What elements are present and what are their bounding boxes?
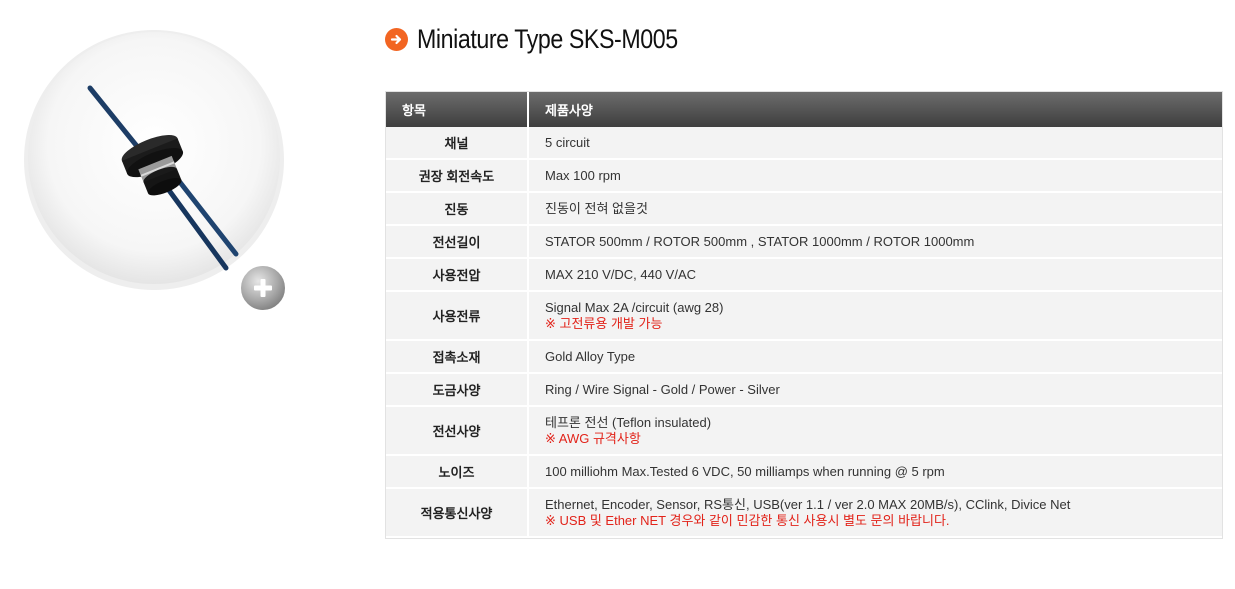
table-header-row: 항목 제품사양 bbox=[386, 92, 1222, 127]
spec-table: 항목 제품사양 채널 5 circuit 권장 회전속도 Max 100 rpm… bbox=[385, 91, 1223, 539]
table-row: 적용통신사양 Ethernet, Encoder, Sensor, RS통신, … bbox=[386, 489, 1222, 538]
row-value: 100 milliohm Max.Tested 6 VDC, 50 millia… bbox=[529, 456, 1222, 489]
row-value: Max 100 rpm bbox=[529, 160, 1222, 193]
row-label: 사용전압 bbox=[386, 259, 529, 292]
table-row: 채널 5 circuit bbox=[386, 127, 1222, 160]
table-row: 사용전류 Signal Max 2A /circuit (awg 28) ※ 고… bbox=[386, 292, 1222, 341]
row-note: ※ 고전류용 개발 가능 bbox=[545, 315, 663, 331]
row-value: Ring / Wire Signal - Gold / Power - Silv… bbox=[529, 374, 1222, 407]
header-spec: 제품사양 bbox=[529, 92, 1222, 127]
table-row: 도금사양 Ring / Wire Signal - Gold / Power -… bbox=[386, 374, 1222, 407]
row-label: 사용전류 bbox=[386, 292, 529, 341]
table-row: 사용전압 MAX 210 V/DC, 440 V/AC bbox=[386, 259, 1222, 292]
row-value: STATOR 500mm / ROTOR 500mm , STATOR 1000… bbox=[529, 226, 1222, 259]
product-image bbox=[22, 22, 287, 312]
row-label: 진동 bbox=[386, 193, 529, 226]
row-value: 5 circuit bbox=[529, 127, 1222, 160]
row-label: 권장 회전속도 bbox=[386, 160, 529, 193]
zoom-button[interactable] bbox=[238, 263, 288, 313]
row-note: ※ AWG 규격사항 bbox=[545, 430, 641, 446]
row-value: 테프론 전선 (Teflon insulated) ※ AWG 규격사항 bbox=[529, 407, 1222, 456]
row-note: ※ USB 및 Ether NET 경우와 같이 민감한 통신 사용시 별도 문… bbox=[545, 512, 950, 528]
header-item: 항목 bbox=[386, 92, 529, 127]
row-value: MAX 210 V/DC, 440 V/AC bbox=[529, 259, 1222, 292]
row-value: 진동이 전혀 없을것 bbox=[529, 193, 1222, 226]
arrow-right-circle-icon bbox=[385, 27, 408, 51]
row-value: Signal Max 2A /circuit (awg 28) ※ 고전류용 개… bbox=[529, 292, 1222, 341]
row-label: 전선길이 bbox=[386, 226, 529, 259]
row-label: 노이즈 bbox=[386, 456, 529, 489]
row-value: Ethernet, Encoder, Sensor, RS통신, USB(ver… bbox=[529, 489, 1222, 538]
table-row: 권장 회전속도 Max 100 rpm bbox=[386, 160, 1222, 193]
plus-icon bbox=[239, 264, 287, 312]
row-label: 적용통신사양 bbox=[386, 489, 529, 538]
table-row: 전선길이 STATOR 500mm / ROTOR 500mm , STATOR… bbox=[386, 226, 1222, 259]
row-label: 채널 bbox=[386, 127, 529, 160]
row-label: 도금사양 bbox=[386, 374, 529, 407]
product-title-row: Miniature Type SKS-M005 bbox=[385, 22, 720, 56]
table-row: 전선사양 테프론 전선 (Teflon insulated) ※ AWG 규격사… bbox=[386, 407, 1222, 456]
row-label: 접촉소재 bbox=[386, 341, 529, 374]
row-label: 전선사양 bbox=[386, 407, 529, 456]
row-value: Gold Alloy Type bbox=[529, 341, 1222, 374]
table-row: 접촉소재 Gold Alloy Type bbox=[386, 341, 1222, 374]
product-title: Miniature Type SKS-M005 bbox=[417, 23, 678, 54]
table-row: 진동 진동이 전혀 없을것 bbox=[386, 193, 1222, 226]
table-row: 노이즈 100 milliohm Max.Tested 6 VDC, 50 mi… bbox=[386, 456, 1222, 489]
